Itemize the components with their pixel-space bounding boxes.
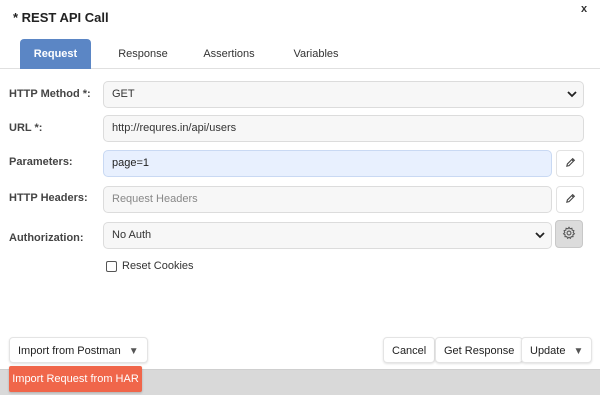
edit-parameters-button[interactable]	[556, 150, 584, 177]
dialog-title: * REST API Call	[13, 10, 109, 25]
chevron-down-icon	[535, 223, 545, 257]
http-headers-label: HTTP Headers:	[9, 192, 88, 204]
http-headers-placeholder: Request Headers	[112, 193, 198, 205]
reset-cookies-label: Reset Cookies	[122, 260, 194, 272]
import-from-postman-button[interactable]: Import from Postman ▼	[9, 337, 148, 363]
tab-bar: Request Response Assertions Variables	[0, 37, 600, 69]
http-headers-input[interactable]: Request Headers	[103, 186, 552, 213]
http-method-select[interactable]: GET	[103, 81, 584, 108]
chevron-down-icon	[567, 82, 577, 116]
tab-response[interactable]: Response	[108, 39, 178, 69]
get-response-button[interactable]: Get Response	[435, 337, 524, 363]
http-method-label: HTTP Method *:	[9, 88, 91, 100]
pencil-icon	[565, 157, 576, 171]
close-icon[interactable]: x	[581, 3, 587, 15]
parameters-value: page=1	[112, 157, 150, 169]
rest-api-call-dialog: * REST API Call x Request Response Asser…	[0, 0, 600, 370]
import-from-postman-label: Import from Postman	[18, 345, 121, 357]
reset-cookies-checkbox[interactable]	[106, 260, 117, 272]
url-input[interactable]: http://requres.in/api/users	[103, 115, 584, 142]
http-method-value: GET	[112, 88, 135, 100]
caret-down-icon: ▼	[573, 346, 584, 357]
update-label: Update	[530, 345, 566, 357]
url-label: URL *:	[9, 122, 43, 134]
tab-request[interactable]: Request	[20, 39, 91, 69]
update-button[interactable]: Update ▼	[521, 337, 593, 363]
cancel-button[interactable]: Cancel	[383, 337, 436, 363]
url-value: http://requres.in/api/users	[112, 122, 237, 134]
tab-variables[interactable]: Variables	[283, 39, 349, 69]
reset-cookies-row: Reset Cookies	[106, 260, 194, 272]
authorization-value: No Auth	[112, 229, 152, 241]
caret-down-icon: ▼	[128, 346, 139, 357]
parameters-label: Parameters:	[9, 156, 73, 168]
gear-icon	[562, 225, 576, 243]
authorization-settings-button[interactable]	[555, 220, 583, 248]
edit-headers-button[interactable]	[556, 186, 584, 213]
authorization-label: Authorization:	[9, 232, 84, 244]
parameters-input[interactable]: page=1	[103, 150, 552, 177]
tab-assertions[interactable]: Assertions	[193, 39, 265, 69]
import-request-from-har-button[interactable]: Import Request from HAR	[9, 366, 142, 392]
pencil-icon	[565, 193, 576, 207]
authorization-select[interactable]: No Auth	[103, 222, 552, 249]
